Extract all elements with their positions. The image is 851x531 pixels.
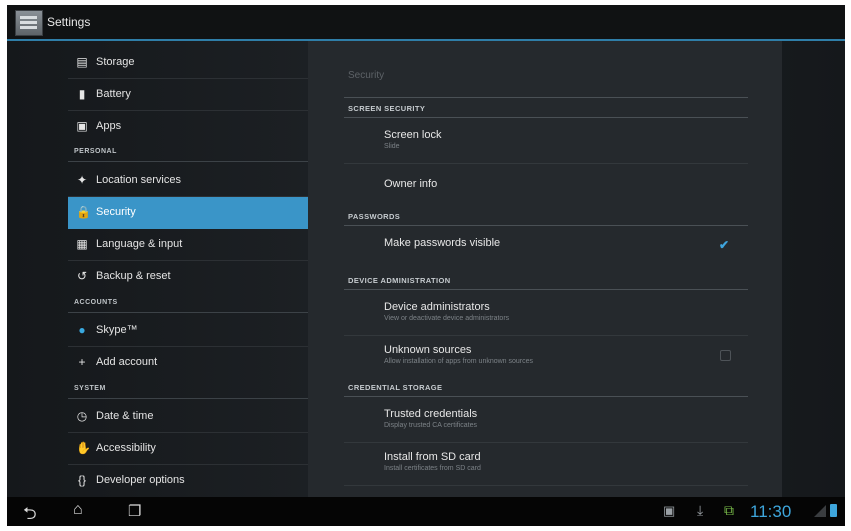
nav-item-label: Skype™ [96, 324, 138, 336]
download-icon[interactable]: ⤓ [697, 502, 703, 519]
pref-title: Trusted credentials [384, 408, 478, 420]
nav-divider [68, 398, 308, 399]
pref-divider [344, 442, 748, 443]
nav-item-backup[interactable]: ↺ Backup & reset [68, 261, 308, 292]
nav-item-location[interactable]: ✦ Location services [68, 165, 308, 197]
nav-item-label: Language & input [96, 238, 183, 250]
nav-header-accounts: ACCOUNTS [74, 299, 118, 306]
nav-item-label: Accessibility [96, 442, 156, 454]
recents-icon[interactable]: ❐ [128, 502, 141, 520]
nav-item-add-account[interactable]: + Add account [68, 347, 308, 378]
nav-item-label: Storage [96, 56, 135, 68]
nav-item-label: Battery [96, 88, 131, 100]
nav-item-storage[interactable]: ▤ Storage [68, 47, 308, 79]
location-icon: ✦ [76, 173, 88, 187]
pref-divider [344, 335, 748, 336]
nav-header-personal: PERSONAL [74, 148, 117, 155]
section-header-credential-storage: CREDENTIAL STORAGE [348, 383, 443, 392]
pref-title: Make passwords visible [384, 237, 501, 249]
app-title: Settings [47, 15, 91, 29]
section-divider [344, 289, 748, 290]
pref-divider [344, 485, 748, 486]
plus-icon: + [78, 355, 86, 369]
pane-title: Security [348, 70, 385, 81]
pref-summary: Display trusted CA certificates [384, 422, 477, 429]
pref-unknown-sources[interactable]: Unknown sources Allow installation of ap… [344, 344, 748, 374]
nav-item-label: Backup & reset [96, 270, 171, 282]
clock[interactable]: 11:30 [750, 502, 791, 522]
nav-item-label: Apps [96, 120, 122, 132]
backup-icon: ↺ [76, 269, 88, 283]
tablet-screen: Settings ▤ Storage ▮ Battery ▣ Apps PERS… [7, 5, 845, 526]
nav-item-battery[interactable]: ▮ Battery [68, 79, 308, 111]
system-navigation-bar: ⮌ ⌂ ❐ ▣ ⤓ ⧉ 11:30 [7, 497, 845, 526]
pref-summary: View or deactivate device administrators [384, 315, 510, 322]
nav-divider [68, 161, 308, 162]
pref-title: Owner info [384, 178, 438, 190]
nav-item-security[interactable]: 🔒 Security [68, 197, 308, 229]
nav-item-label: Developer options [96, 474, 185, 486]
signal-icon [814, 505, 826, 517]
pref-summary: Install certificates from SD card [384, 465, 481, 472]
pref-make-passwords-visible[interactable]: Make passwords visible [344, 237, 748, 265]
clock-icon: ◷ [76, 409, 88, 423]
section-divider [344, 97, 748, 98]
lock-icon: 🔒 [76, 205, 91, 219]
battery-status-icon [830, 504, 837, 517]
section-divider [344, 396, 748, 397]
nav-divider [68, 312, 308, 313]
settings-app-icon[interactable] [15, 10, 43, 36]
pref-summary: Allow installation of apps from unknown … [384, 358, 534, 365]
settings-nav-list[interactable]: ▤ Storage ▮ Battery ▣ Apps PERSONAL ✦ Lo… [68, 41, 308, 497]
pref-device-administrators[interactable]: Device administrators View or deactivate… [344, 301, 748, 331]
nav-item-label: Date & time [96, 410, 154, 422]
nav-item-label: Location services [96, 174, 181, 186]
nav-item-accessibility[interactable]: ✋ Accessibility [68, 433, 308, 465]
skype-icon: ● [78, 323, 86, 337]
section-header-passwords: PASSWORDS [348, 212, 401, 221]
unknown-sources-checkbox[interactable] [720, 350, 731, 361]
section-divider [344, 225, 748, 226]
pref-trusted-credentials[interactable]: Trusted credentials Display trusted CA c… [344, 408, 748, 438]
storage-icon: ▤ [76, 55, 88, 69]
section-divider [344, 117, 748, 118]
pref-title: Install from SD card [384, 451, 481, 463]
nav-item-skype[interactable]: ● Skype™ [68, 315, 308, 347]
keyboard-icon: ▦ [76, 237, 88, 251]
home-icon[interactable]: ⌂ [73, 501, 83, 519]
pref-title: Screen lock [384, 129, 442, 141]
section-header-device-administration: DEVICE ADMINISTRATION [348, 276, 451, 285]
apps-icon: ▣ [76, 119, 88, 133]
braces-icon: {} [77, 473, 86, 487]
pref-screen-lock[interactable]: Screen lock Slide [344, 129, 748, 159]
accessibility-icon: ✋ [76, 441, 91, 455]
section-header-screen-security: SCREEN SECURITY [348, 104, 426, 113]
pref-owner-info[interactable]: Owner info [344, 178, 748, 202]
settings-content: ▤ Storage ▮ Battery ▣ Apps PERSONAL ✦ Lo… [7, 41, 845, 497]
nav-header-system: SYSTEM [74, 385, 106, 392]
action-bar: Settings [7, 5, 845, 41]
pref-install-from-sd-card[interactable]: Install from SD card Install certificate… [344, 451, 748, 481]
usb-icon[interactable]: ⧉ [724, 502, 734, 519]
nav-item-date-time[interactable]: ◷ Date & time [68, 401, 308, 433]
security-detail-pane: Security SCREEN SECURITY Screen lock Sli… [308, 41, 782, 497]
nav-item-developer[interactable]: {} Developer options [68, 465, 308, 496]
battery-icon: ▮ [78, 87, 86, 101]
pref-divider [344, 163, 748, 164]
checkmark-icon[interactable]: ✔ [719, 238, 729, 252]
gallery-icon[interactable]: ▣ [663, 503, 675, 519]
pref-title: Unknown sources [384, 344, 472, 356]
back-icon[interactable]: ⮌ [23, 501, 37, 526]
nav-item-language[interactable]: ▦ Language & input [68, 229, 308, 261]
nav-item-apps[interactable]: ▣ Apps [68, 111, 308, 142]
pref-summary: Slide [384, 143, 400, 150]
pref-title: Device administrators [384, 301, 490, 313]
nav-item-label: Add account [96, 356, 158, 368]
nav-item-label: Security [96, 206, 136, 218]
